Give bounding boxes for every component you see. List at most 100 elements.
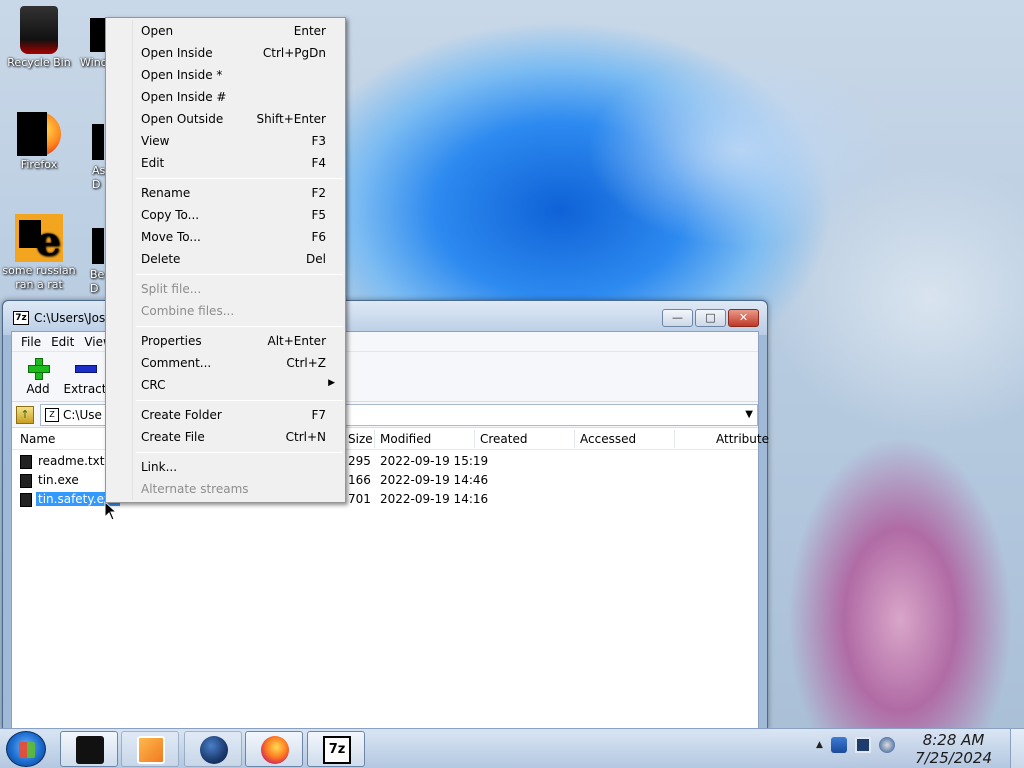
- file-modified: 2022-09-19 15:19: [380, 454, 489, 468]
- menu-separator: [136, 326, 343, 327]
- e-app-icon: e: [15, 214, 63, 265]
- menu-item-split-file: Split file...: [141, 282, 202, 296]
- menu-item-link[interactable]: Link...: [108, 456, 343, 478]
- address-text: C:\Use: [63, 407, 102, 422]
- file-icon: [20, 474, 32, 488]
- menu-item-rename[interactable]: Rename F2: [108, 182, 343, 204]
- menu-edit[interactable]: Edit: [46, 335, 79, 349]
- menu-item-create-file[interactable]: Create File Ctrl+N: [108, 426, 343, 448]
- firefox-icon: [17, 112, 61, 156]
- context-menu: Open Enter Open Inside Ctrl+PgDn Open Insi…: [105, 17, 346, 503]
- 7zip-icon: 7z: [323, 736, 351, 764]
- extract-minus-icon: [75, 358, 97, 378]
- menu-item-comment[interactable]: Comment... Ctrl+Z: [108, 352, 343, 374]
- app-icon: [92, 124, 104, 160]
- file-size: 166: [348, 473, 371, 487]
- column-header-created[interactable]: Created: [480, 432, 528, 446]
- taskbar: 7z ▲ 8:28 AM 7/25/2024: [0, 728, 1024, 768]
- menu-file[interactable]: File: [16, 335, 46, 349]
- window-icon: [90, 18, 106, 52]
- chevron-down-icon[interactable]: ▼: [745, 409, 753, 420]
- menu-separator: [136, 274, 343, 275]
- taskbar-button-7zip[interactable]: 7z: [307, 731, 365, 767]
- clock-time: 8:28 AM: [922, 731, 985, 749]
- taskbar-clock[interactable]: 8:28 AM 7/25/2024: [915, 731, 992, 767]
- taskbar-button-media[interactable]: [121, 731, 179, 767]
- file-size: 701: [348, 492, 371, 506]
- menu-item-open-outside[interactable]: Open Outside Shift+Enter: [108, 108, 343, 130]
- firefox-icon: [261, 736, 289, 764]
- desktop-icon-label: As D: [92, 164, 106, 191]
- submenu-arrow-icon: ▶: [328, 378, 335, 388]
- file-modified: 2022-09-19 14:16: [380, 492, 489, 506]
- maximize-button[interactable]: □: [695, 309, 726, 327]
- menu-separator: [136, 178, 343, 179]
- column-header-attributes[interactable]: Attribute: [716, 432, 769, 446]
- add-label: Add: [26, 382, 50, 396]
- show-desktop-button[interactable]: [1010, 729, 1024, 768]
- menu-item-create-folder[interactable]: Create Folder F7: [108, 404, 343, 426]
- desktop-icon-as[interactable]: As D: [82, 124, 106, 192]
- extract-button[interactable]: Extract: [60, 352, 110, 396]
- system-tray: ▲: [816, 737, 895, 753]
- desktop-icon-wind[interactable]: Wind: [68, 18, 108, 70]
- menu-item-edit[interactable]: Edit F4: [108, 152, 343, 174]
- menu-item-combine-files: Combine files...: [141, 304, 235, 318]
- clock-date: 7/25/2024: [915, 749, 992, 767]
- add-plus-icon: [28, 358, 50, 380]
- mouse-cursor-icon: [104, 501, 118, 521]
- file-icon: [20, 455, 32, 469]
- menu-item-open-inside-hash[interactable]: Open Inside #: [108, 86, 343, 108]
- menu-item-view[interactable]: View F3: [108, 130, 343, 152]
- start-button[interactable]: [6, 731, 46, 767]
- tray-shield-icon[interactable]: [830, 737, 847, 753]
- column-header-name[interactable]: Name: [20, 432, 55, 446]
- add-button[interactable]: Add: [16, 352, 60, 396]
- recycle-bin-icon: [20, 6, 58, 54]
- file-name: tin.exe: [38, 473, 79, 487]
- menu-item-alternate-streams: Alternate streams: [141, 482, 249, 496]
- menu-item-open[interactable]: Open Enter: [108, 20, 343, 42]
- file-modified: 2022-09-19 14:46: [380, 473, 489, 487]
- desktop-icon-recycle-bin[interactable]: Recycle Bin: [3, 6, 75, 70]
- menu-item-copy-to[interactable]: Copy To... F5: [108, 204, 343, 226]
- tray-volume-icon[interactable]: [878, 737, 895, 753]
- menu-item-properties[interactable]: Properties Alt+Enter: [108, 330, 343, 352]
- menu-item-move-to[interactable]: Move To... F6: [108, 226, 343, 248]
- menu-item-delete[interactable]: Delete Del: [108, 248, 343, 270]
- desktop-icon-label: Recycle Bin: [7, 56, 71, 69]
- taskbar-button-black-app[interactable]: [60, 731, 118, 767]
- desktop-icon-label: Firefox: [20, 158, 58, 171]
- file-icon: [20, 493, 32, 507]
- tray-expand-icon[interactable]: ▲: [816, 740, 823, 750]
- tray-network-icon[interactable]: [854, 737, 871, 753]
- desktop-icon-be[interactable]: Be D: [82, 228, 106, 296]
- column-header-modified[interactable]: Modified: [380, 432, 431, 446]
- close-button[interactable]: ✕: [728, 309, 759, 327]
- desktop-icon-label: Wind: [80, 56, 108, 69]
- seven-zip-app-icon: 7z: [13, 311, 29, 325]
- desktop-icon-firefox[interactable]: Firefox: [3, 112, 75, 172]
- window-title: C:\Users\Jose: [34, 311, 113, 325]
- desktop-icon-russian-rat[interactable]: e some russian ran a rat: [0, 214, 78, 292]
- file-name: readme.txt: [38, 454, 105, 468]
- media-player-icon: [137, 736, 165, 764]
- taskbar-button-firefox[interactable]: [245, 731, 303, 767]
- desktop-icon-label: some russian ran a rat: [2, 264, 76, 291]
- black-app-icon: [76, 736, 104, 764]
- archive-icon: Z: [45, 407, 59, 422]
- app-icon: [92, 228, 104, 264]
- window-controls: — □ ✕: [662, 309, 759, 327]
- menu-separator: [136, 452, 343, 453]
- column-header-size[interactable]: Size: [348, 432, 373, 446]
- globe-app-icon: [200, 736, 228, 764]
- menu-item-open-inside-star[interactable]: Open Inside *: [108, 64, 343, 86]
- file-size: 295: [348, 454, 371, 468]
- column-header-accessed[interactable]: Accessed: [580, 432, 636, 446]
- minimize-button[interactable]: —: [662, 309, 693, 327]
- extract-label: Extract: [63, 382, 107, 396]
- menu-item-crc[interactable]: CRC ▶: [108, 374, 343, 396]
- up-folder-button[interactable]: ↑: [16, 405, 34, 424]
- taskbar-button-globe[interactable]: [184, 731, 242, 767]
- menu-item-open-inside[interactable]: Open Inside Ctrl+PgDn: [108, 42, 343, 64]
